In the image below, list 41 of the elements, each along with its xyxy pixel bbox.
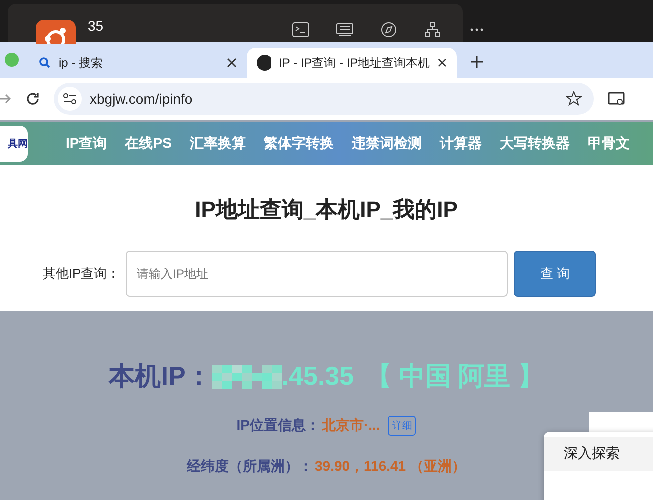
forward-icon[interactable] [0,92,12,106]
reload-icon[interactable] [26,92,40,106]
nav-link[interactable]: 甲骨文 [588,134,630,152]
info-label: IP位置信息： [236,417,320,435]
screen-search-icon[interactable] [608,91,626,107]
site-icon [257,55,272,71]
ip-address: .45.35 [282,361,354,392]
star-icon[interactable] [566,91,582,107]
nav-link[interactable]: 违禁词检测 [352,134,422,152]
info-value: 39.90，116.41 （亚洲） [315,458,466,476]
ip-input[interactable]: 请输入IP地址 [126,251,508,297]
ip-label: 本机IP： [109,360,212,393]
workspace-number: 35 [88,18,104,34]
search-icon [39,57,51,69]
browser-tab[interactable]: ip - 搜索 [29,48,247,78]
ip-region: 【 中国 阿里 】 [366,360,544,393]
info-label: 经纬度（所属洲）： [187,458,313,476]
nav-link[interactable]: 在线PS [125,134,172,152]
pixelated-redaction [212,364,282,388]
nav-link[interactable]: IP查询 [66,134,108,152]
app-icon[interactable] [36,20,76,44]
terminal-icon[interactable] [292,22,310,38]
nav-link[interactable]: 计算器 [440,134,482,152]
address-bar[interactable]: xbgjw.com/ipinfo [54,83,594,115]
query-button[interactable]: 查 询 [514,251,596,297]
new-tab-button[interactable] [471,56,483,68]
compass-icon[interactable] [380,22,398,38]
close-icon[interactable] [227,58,237,68]
nav-link[interactable]: 汇率换算 [190,134,246,152]
site-settings-icon[interactable] [58,87,82,111]
site-logo[interactable]: 具网 [0,126,28,162]
page-title: IP地址查询_本机IP_我的IP [195,196,458,224]
menu-item[interactable]: 深入探索 [544,437,653,471]
browser-tab[interactable]: IP - IP查询 - IP地址查询本机 [247,48,457,78]
nav-link[interactable]: 大写转换器 [500,134,570,152]
nav-link[interactable]: 繁体字转换 [264,134,334,152]
search-label: 其他IP查询： [42,265,120,283]
close-icon[interactable] [438,58,447,68]
details-link[interactable]: 详细 [388,416,416,436]
network-icon[interactable] [424,22,442,38]
info-value: 北京市·... [322,417,380,435]
